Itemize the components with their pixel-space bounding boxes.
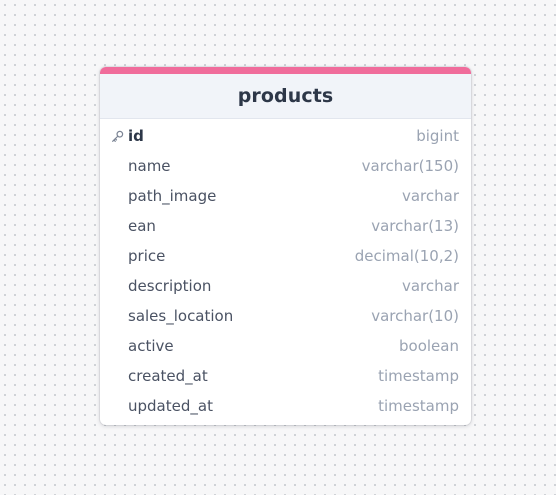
column-row-created-at[interactable]: created_at timestamp xyxy=(100,361,471,391)
column-row-path-image[interactable]: path_image varchar xyxy=(100,181,471,211)
column-name: name xyxy=(128,157,171,175)
column-type: varchar(150) xyxy=(361,157,459,175)
key-icon xyxy=(111,128,128,144)
column-name: path_image xyxy=(128,187,217,205)
key-icon-placeholder xyxy=(111,158,128,174)
column-name: description xyxy=(128,277,212,295)
column-name-wrap: active xyxy=(111,337,174,355)
column-row-id[interactable]: id bigint xyxy=(100,121,471,151)
key-icon-placeholder xyxy=(111,278,128,294)
key-icon-placeholder xyxy=(111,338,128,354)
table-accent-bar xyxy=(100,67,471,74)
column-name: active xyxy=(128,337,174,355)
column-row-name[interactable]: name varchar(150) xyxy=(100,151,471,181)
column-row-price[interactable]: price decimal(10,2) xyxy=(100,241,471,271)
column-name-wrap: updated_at xyxy=(111,397,213,415)
column-type: bigint xyxy=(416,127,459,145)
column-name-wrap: description xyxy=(111,277,211,295)
column-row-sales-location[interactable]: sales_location varchar(10) xyxy=(100,301,471,331)
key-icon-placeholder xyxy=(111,368,128,384)
column-name: sales_location xyxy=(128,307,234,325)
column-type: timestamp xyxy=(378,367,459,385)
column-type: varchar xyxy=(401,187,459,205)
column-name: created_at xyxy=(128,367,208,385)
column-type: boolean xyxy=(399,337,459,355)
table-title: products xyxy=(237,85,334,107)
column-name-wrap: id xyxy=(111,127,144,145)
column-row-ean[interactable]: ean varchar(13) xyxy=(100,211,471,241)
key-icon-placeholder xyxy=(111,218,128,234)
key-icon-placeholder xyxy=(111,188,128,204)
key-icon-placeholder xyxy=(111,398,128,414)
key-icon-placeholder xyxy=(111,248,128,264)
column-name: updated_at xyxy=(128,397,213,415)
column-type: varchar(13) xyxy=(371,217,459,235)
column-name: price xyxy=(128,247,166,265)
key-icon-placeholder xyxy=(111,308,128,324)
column-name-wrap: name xyxy=(111,157,171,175)
column-row-description[interactable]: description varchar xyxy=(100,271,471,301)
column-name: ean xyxy=(128,217,156,235)
table-products-card[interactable]: products id bigint name varchar(150) path_im… xyxy=(100,67,471,425)
column-name-wrap: path_image xyxy=(111,187,216,205)
column-type: timestamp xyxy=(378,397,459,415)
column-list: id bigint name varchar(150) path_image varcha… xyxy=(100,119,471,421)
column-name-wrap: created_at xyxy=(111,367,208,385)
column-type: varchar(10) xyxy=(371,307,459,325)
column-row-active[interactable]: active boolean xyxy=(100,331,471,361)
column-name: id xyxy=(128,127,144,145)
column-name-wrap: ean xyxy=(111,217,156,235)
column-row-updated-at[interactable]: updated_at timestamp xyxy=(100,391,471,421)
column-type: decimal(10,2) xyxy=(354,247,459,265)
column-type: varchar xyxy=(401,277,459,295)
table-header[interactable]: products xyxy=(100,74,471,119)
column-name-wrap: sales_location xyxy=(111,307,233,325)
column-name-wrap: price xyxy=(111,247,165,265)
